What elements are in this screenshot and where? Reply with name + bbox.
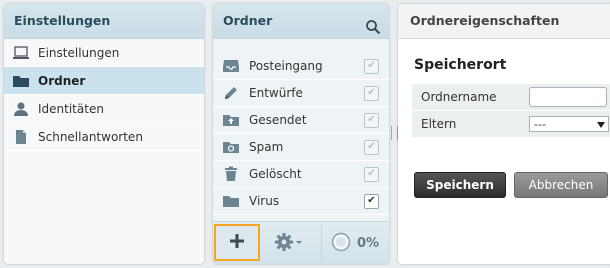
panel-splitter[interactable]: [391, 126, 398, 140]
folder-name-label: Ordnername: [421, 90, 497, 104]
chevron-down-icon: [597, 118, 605, 131]
laptop-icon: [10, 45, 32, 61]
save-button[interactable]: Speichern: [414, 172, 506, 198]
parent-select-value: ---: [534, 117, 546, 131]
folder-icon: [10, 73, 32, 89]
folder-name: Spam: [249, 140, 284, 154]
nav-item-identities[interactable]: Identitäten: [4, 95, 204, 123]
folders-panel-title: Ordner: [223, 13, 273, 28]
cancel-button[interactable]: Abbrechen: [514, 172, 608, 198]
folders-panel-header: Ordner: [213, 4, 389, 39]
folder-icon: [221, 193, 241, 209]
sent-icon: [221, 112, 241, 128]
add-folder-button[interactable]: [214, 224, 260, 261]
folder-row-spam[interactable]: Spam ✔: [213, 134, 389, 161]
nav-item-label: Einstellungen: [38, 45, 120, 60]
folder-name-row: Ordnername: [412, 84, 610, 111]
folder-row-trash[interactable]: Gelöscht ✔: [213, 161, 389, 188]
quota-text: 0%: [356, 235, 380, 251]
plus-icon: [228, 232, 246, 253]
nav-item-folders[interactable]: Ordner: [4, 67, 204, 95]
properties-panel-title: Ordnereigenschaften: [398, 4, 610, 39]
parent-label: Eltern: [421, 117, 457, 131]
section-title: Speicherort: [414, 57, 507, 73]
pencil-icon: [221, 85, 241, 101]
trash-icon: [221, 166, 241, 182]
settings-panel-title: Einstellungen: [4, 4, 204, 39]
parent-select[interactable]: ---: [529, 116, 609, 132]
inbox-icon: [221, 58, 241, 74]
folder-list: Posteingang ✔ Entwürfe ✔ Gesendet ✔ Spam…: [213, 39, 389, 215]
quota-indicator: 0%: [321, 225, 388, 261]
subscribe-checkbox: ✔: [364, 112, 379, 128]
folder-row-sent[interactable]: Gesendet ✔: [213, 107, 389, 134]
user-icon: [10, 101, 32, 117]
folder-name: Gesendet: [249, 113, 307, 127]
gear-icon: [274, 232, 304, 255]
subscribe-checkbox[interactable]: ✔: [364, 193, 379, 209]
parent-row: Eltern ---: [412, 111, 610, 138]
properties-panel: Ordnereigenschaften Speicherort Ordnerna…: [398, 4, 610, 264]
folder-options-button[interactable]: [269, 225, 309, 261]
recycle-icon: [221, 139, 241, 155]
subscribe-checkbox: ✔: [364, 139, 379, 155]
folder-name: Gelöscht: [249, 167, 302, 181]
document-icon: [10, 129, 32, 145]
folders-panel: Ordner Posteingang ✔ Entwürfe ✔ Gesendet…: [213, 4, 389, 264]
folder-row-drafts[interactable]: Entwürfe ✔: [213, 80, 389, 107]
properties-form: Ordnername Eltern ---: [412, 84, 610, 138]
nav-item-canned-responses[interactable]: Schnellantworten: [4, 123, 204, 151]
form-buttons: Speichern Abbrechen: [414, 172, 608, 198]
nav-item-settings[interactable]: Einstellungen: [4, 39, 204, 67]
quota-pie-icon: [331, 232, 351, 255]
subscribe-checkbox: ✔: [364, 166, 379, 182]
search-icon[interactable]: [365, 14, 381, 35]
nav-item-label: Schnellantworten: [38, 129, 143, 144]
nav-item-label: Ordner: [38, 73, 86, 88]
folders-footer: 0%: [213, 221, 389, 264]
folder-row-inbox[interactable]: Posteingang ✔: [213, 53, 389, 80]
settings-nav-list: Einstellungen Ordner Identitäten Schnell…: [4, 39, 204, 151]
folder-name: Posteingang: [249, 59, 323, 73]
nav-item-label: Identitäten: [38, 101, 104, 116]
folder-name: Virus: [249, 194, 280, 208]
folder-row-virus[interactable]: Virus ✔: [213, 188, 389, 215]
folder-name: Entwürfe: [249, 86, 303, 100]
subscribe-checkbox: ✔: [364, 58, 379, 74]
settings-panel: Einstellungen Einstellungen Ordner Ident…: [4, 4, 204, 264]
subscribe-checkbox: ✔: [364, 85, 379, 101]
folder-name-input[interactable]: [529, 87, 607, 107]
